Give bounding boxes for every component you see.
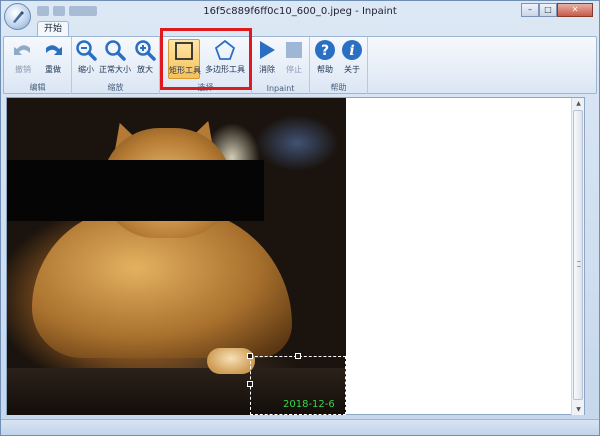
scrollbar-thumb[interactable] — [573, 110, 583, 400]
scroll-down-icon[interactable]: ▼ — [574, 405, 583, 414]
stop-button[interactable]: 停止 — [281, 39, 307, 79]
group-zoom: 缩小 正常大小 放大 缩放 — [72, 37, 160, 94]
info-icon: i — [342, 40, 362, 60]
status-bar — [1, 419, 599, 435]
vertical-scrollbar[interactable]: ▲ ▼ — [571, 98, 584, 415]
close-button[interactable]: ✕ — [557, 3, 593, 17]
about-button[interactable]: i 关于 — [339, 39, 365, 79]
maximize-button[interactable]: □ — [539, 3, 557, 17]
app-window: 16f5c889f6ff0c10_600_0.jpeg - Inpaint – … — [0, 0, 600, 436]
window-title: 16f5c889f6ff0c10_600_0.jpeg - Inpaint — [203, 6, 397, 17]
undo-button[interactable]: 撤销 — [8, 39, 38, 79]
zoom-in-button[interactable]: 放大 — [132, 39, 158, 79]
scrollbar-grip — [577, 261, 581, 267]
zoom-out-label: 缩小 — [78, 65, 94, 74]
stop-label: 停止 — [286, 65, 302, 74]
group-inpaint: 消除 停止 Inpaint — [252, 37, 310, 94]
zoom-in-icon — [135, 40, 156, 61]
svg-text:?: ? — [321, 43, 329, 59]
group-edit: 撤销 重做 编辑 — [4, 37, 72, 94]
zoom-reset-icon — [105, 40, 126, 61]
actual-size-button[interactable]: 正常大小 — [98, 39, 132, 79]
image-canvas[interactable]: 2018-12-6 ▲ ▼ — [6, 97, 585, 415]
redo-label: 重做 — [45, 65, 61, 74]
window-controls: – □ ✕ — [521, 3, 593, 17]
scroll-up-icon[interactable]: ▲ — [574, 99, 583, 108]
rectangle-selection-mask[interactable] — [7, 160, 264, 221]
cat-paw — [207, 348, 255, 374]
group-help: ? 帮助 i 关于 帮助 — [310, 37, 368, 94]
redo-button[interactable]: 重做 — [38, 39, 68, 79]
actual-size-label: 正常大小 — [99, 65, 131, 74]
help-button[interactable]: ? 帮助 — [312, 39, 338, 79]
tab-start[interactable]: 开始 — [37, 21, 69, 37]
redo-icon — [46, 45, 62, 55]
group-help-label: 帮助 — [330, 83, 347, 92]
zoom-out-icon — [76, 40, 97, 61]
svg-text:i: i — [349, 43, 354, 59]
minimize-button[interactable]: – — [521, 3, 539, 17]
stop-icon — [286, 42, 302, 58]
erase-label: 消除 — [259, 65, 275, 74]
group-zoom-label: 缩放 — [107, 83, 124, 92]
ribbon-tab-row: 开始 — [1, 21, 599, 37]
selection-tools-highlight — [160, 28, 252, 90]
title-bar: 16f5c889f6ff0c10_600_0.jpeg - Inpaint – … — [1, 1, 599, 23]
group-inpaint-label: Inpaint — [266, 84, 295, 93]
zoom-out-button[interactable]: 缩小 — [74, 39, 98, 79]
selection-handle[interactable] — [295, 353, 301, 359]
play-icon — [260, 41, 275, 59]
selection-handle[interactable] — [247, 381, 253, 387]
ribbon: 撤销 重做 编辑 缩小 正常大小 放大 缩放 矩形工具 多边形工具 选择 消除 … — [3, 36, 597, 94]
about-label: 关于 — [344, 65, 360, 74]
help-label: 帮助 — [317, 65, 333, 74]
erase-button[interactable]: 消除 — [254, 39, 280, 79]
zoom-in-label: 放大 — [137, 65, 153, 74]
undo-label: 撤销 — [15, 65, 31, 74]
group-edit-label: 编辑 — [29, 83, 46, 92]
undo-icon — [14, 45, 30, 55]
selection-handle[interactable] — [247, 353, 253, 359]
cat-photo[interactable]: 2018-12-6 — [7, 98, 346, 415]
date-stamp-text: 2018-12-6 — [283, 399, 335, 410]
question-icon: ? — [315, 40, 335, 60]
